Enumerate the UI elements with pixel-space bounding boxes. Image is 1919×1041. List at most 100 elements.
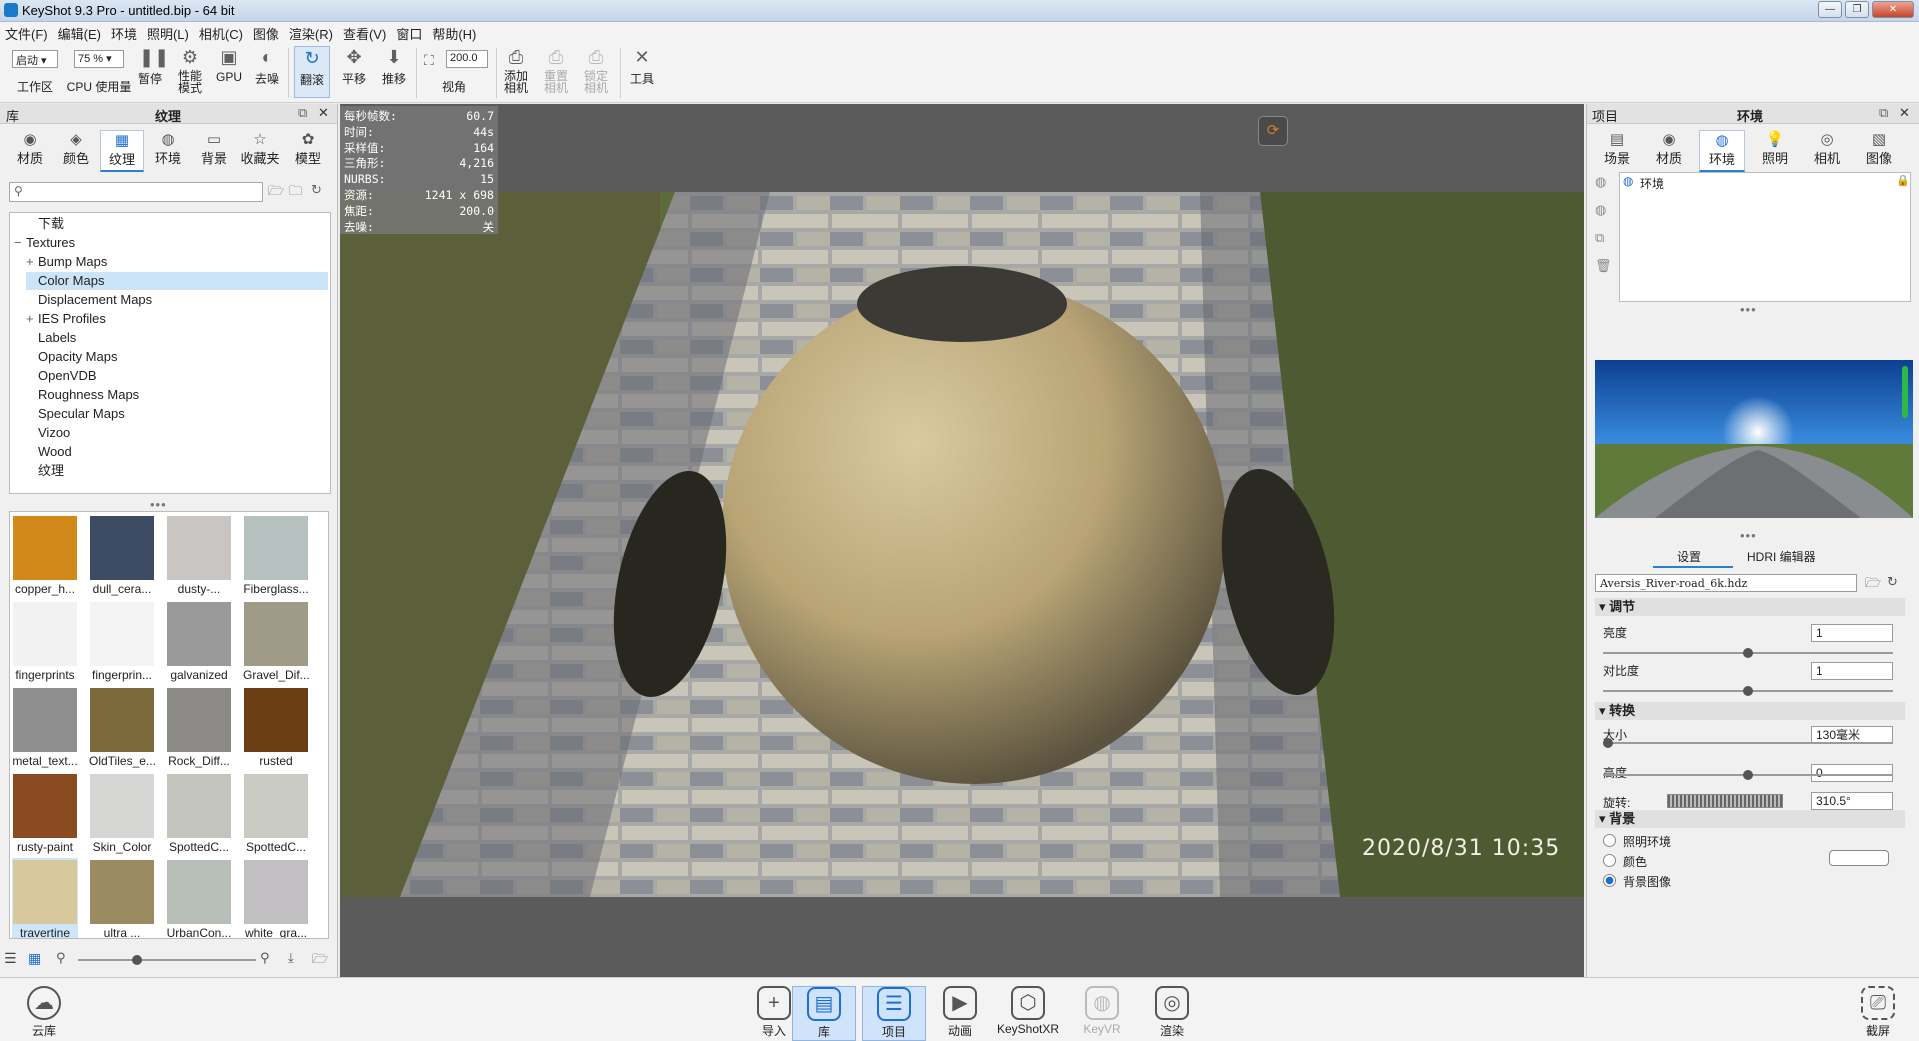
- lock-camera-button[interactable]: ⎙ 锁定 相机: [580, 46, 612, 94]
- texture-thumbnail[interactable]: OldTiles_e...: [89, 686, 156, 768]
- size-slider[interactable]: [1603, 742, 1893, 744]
- background-color-swatch[interactable]: [1829, 850, 1889, 866]
- hdri-scroll-indicator[interactable]: [1902, 366, 1908, 418]
- color-radio[interactable]: [1603, 854, 1616, 867]
- restore-button[interactable]: ❐: [1845, 1, 1869, 18]
- texture-thumbnail[interactable]: dull_cera...: [89, 514, 155, 596]
- gpu-button[interactable]: ▣ GPU: [214, 46, 244, 84]
- pan-button[interactable]: ✥ 平移: [338, 46, 370, 87]
- download-icon[interactable]: ⤓: [288, 950, 294, 966]
- denoise-button[interactable]: ◐ 去噪: [252, 46, 282, 87]
- open-folder-icon[interactable]: 🗁: [1865, 574, 1881, 596]
- lock-icon[interactable]: 🔒: [1896, 174, 1910, 187]
- ribbon-button-keyshotxr[interactable]: ⬡ KeyShotXR: [996, 986, 1060, 1036]
- grid-view-icon[interactable]: ▦: [28, 950, 41, 967]
- texture-thumbnail[interactable]: UrbanCon...: [166, 858, 232, 938]
- delete-icon[interactable]: 🗑: [1595, 258, 1612, 274]
- contrast-knob[interactable]: [1743, 686, 1753, 696]
- tree-item[interactable]: Roughness Maps: [26, 386, 328, 404]
- height-knob[interactable]: [1743, 770, 1753, 780]
- texture-thumbnail[interactable]: galvanized: [166, 600, 232, 682]
- copy-environment-icon[interactable]: ⧉: [1595, 230, 1604, 246]
- texture-thumbnail[interactable]: Skin_Color: [89, 772, 155, 854]
- tree-item[interactable]: 纹理: [26, 462, 328, 480]
- expand-icon[interactable]: +: [26, 253, 38, 271]
- tree-item[interactable]: Labels: [26, 329, 328, 347]
- minimize-button[interactable]: —: [1818, 1, 1842, 18]
- texture-thumbnail[interactable]: Gravel_Dif...: [243, 600, 310, 682]
- texture-thumbnail[interactable]: rusty-paint: [12, 772, 78, 854]
- texture-thumbnail[interactable]: ultra ...: [89, 858, 155, 938]
- rotation-input[interactable]: 310.5°: [1811, 792, 1893, 810]
- texture-thumbnail[interactable]: fingerprints: [12, 600, 78, 682]
- tab-environments[interactable]: ◍ 环境: [148, 130, 188, 167]
- close-button[interactable]: ✕: [1872, 1, 1914, 18]
- tree-item[interactable]: 下载: [26, 215, 328, 233]
- reset-camera-button[interactable]: ⎙ 重置 相机: [540, 46, 572, 94]
- texture-thumbnail[interactable]: rusted: [243, 686, 309, 768]
- tree-item[interactable]: Specular Maps: [26, 405, 328, 423]
- refresh-icon[interactable]: ↻: [1887, 574, 1898, 590]
- tree-item[interactable]: Vizoo: [26, 424, 328, 442]
- tab-image[interactable]: ▧ 图像: [1857, 130, 1901, 167]
- ribbon-button-项目[interactable]: ☰ 项目: [862, 986, 926, 1041]
- texture-thumbnail[interactable]: Fiberglass...: [243, 514, 309, 596]
- texture-thumbnail[interactable]: travertine: [12, 858, 78, 938]
- workspace-select[interactable]: 启动 ▾: [12, 50, 58, 68]
- thumbnail-size-slider[interactable]: [78, 959, 256, 961]
- tree-item[interactable]: Displacement Maps: [26, 291, 328, 309]
- lighting-environment-radio[interactable]: [1603, 834, 1616, 847]
- tree-item[interactable]: Color Maps: [26, 272, 328, 290]
- texture-thumbnail[interactable]: copper_h...: [12, 514, 78, 596]
- tree-item[interactable]: + IES Profiles: [26, 310, 328, 328]
- texture-thumbnail[interactable]: Rock_Diff...: [166, 686, 232, 768]
- duplicate-environment-icon[interactable]: ◍: [1595, 202, 1606, 218]
- texture-thumbnail[interactable]: white_gra...: [243, 858, 309, 938]
- tab-colors[interactable]: ◈ 颜色: [56, 130, 96, 167]
- tumble-button[interactable]: ↻ 翻滚: [294, 46, 330, 98]
- render-viewport[interactable]: ⟳ 2020/8/31 10:35: [340, 104, 1584, 977]
- texture-thumbnail[interactable]: SpottedC...: [243, 772, 309, 854]
- refresh-icon[interactable]: ↻: [311, 182, 322, 198]
- tree-item[interactable]: + Bump Maps: [26, 253, 328, 271]
- texture-thumbnail[interactable]: fingerprin...: [89, 600, 155, 682]
- splitter-handle[interactable]: •••: [1740, 302, 1757, 317]
- close-panel-icon[interactable]: ✕: [1899, 105, 1910, 121]
- fov-input[interactable]: 200.0: [446, 50, 488, 68]
- tools-button[interactable]: ✕ 工具: [626, 46, 658, 87]
- tab-models[interactable]: ✿ 模型: [288, 130, 328, 167]
- texture-thumbnail[interactable]: SpottedC...: [166, 772, 232, 854]
- tab-material[interactable]: ◉ 材质: [1647, 130, 1691, 167]
- tab-environment[interactable]: ◍ 环境: [1699, 130, 1745, 172]
- tab-scene[interactable]: ▤ 场景: [1595, 130, 1639, 167]
- tab-favorites[interactable]: ☆ 收藏夹: [236, 130, 284, 167]
- brightness-knob[interactable]: [1743, 648, 1753, 658]
- hdri-preview[interactable]: [1595, 360, 1913, 518]
- splitter-handle[interactable]: •••: [1740, 528, 1757, 543]
- open-folder-icon[interactable]: 🗁: [268, 182, 284, 204]
- tree-item[interactable]: − Textures: [14, 234, 328, 252]
- thumbnail-size-knob[interactable]: [132, 955, 142, 965]
- folder-icon[interactable]: 🗁: [312, 950, 328, 972]
- performance-mode-button[interactable]: ⚙ 性能 模式: [174, 46, 206, 94]
- tab-camera[interactable]: ◎ 相机: [1805, 130, 1849, 167]
- tree-item[interactable]: OpenVDB: [26, 367, 328, 385]
- splitter-handle[interactable]: •••: [150, 497, 167, 512]
- float-panel-icon[interactable]: ⧉: [1879, 105, 1888, 121]
- tab-textures[interactable]: ▦ 纹理: [100, 130, 144, 172]
- brightness-input[interactable]: 1: [1811, 624, 1893, 642]
- background-section[interactable]: ▾ 背景: [1595, 810, 1905, 828]
- environment-list-item[interactable]: ◍ 环境 🔒: [1620, 173, 1910, 191]
- backplate-image-radio[interactable]: [1603, 874, 1616, 887]
- dolly-button[interactable]: ⬇ 推移: [378, 46, 410, 87]
- adjust-section[interactable]: ▾ 调节: [1595, 598, 1905, 616]
- region-render-icon[interactable]: ⟳: [1258, 116, 1288, 146]
- close-panel-icon[interactable]: ✕: [318, 105, 329, 121]
- tab-lighting[interactable]: 💡 照明: [1753, 130, 1797, 167]
- add-camera-button[interactable]: ⎙ 添加 相机: [500, 46, 532, 94]
- tab-hdri-editor[interactable]: HDRI 编辑器: [1747, 548, 1816, 565]
- ribbon-button-渲染[interactable]: ◎ 渲染: [1140, 986, 1204, 1039]
- library-search-field[interactable]: ⚲: [9, 182, 263, 202]
- tab-materials[interactable]: ◉ 材质: [10, 130, 50, 167]
- ribbon-button-keyvr[interactable]: ◍ KeyVR: [1070, 986, 1134, 1036]
